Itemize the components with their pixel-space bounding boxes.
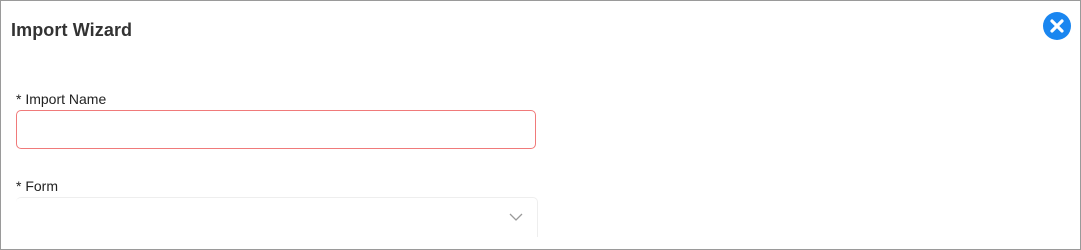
- import-wizard-dialog: Import Wizard * Import Name * Form: [0, 0, 1081, 250]
- form-label: * Form: [16, 178, 58, 194]
- import-name-input[interactable]: [16, 110, 536, 149]
- dialog-title: Import Wizard: [11, 20, 133, 40]
- form-select[interactable]: [16, 197, 538, 237]
- close-button[interactable]: [1043, 12, 1071, 40]
- close-icon: [1050, 19, 1064, 33]
- chevron-down-icon: [509, 213, 523, 221]
- import-name-label: * Import Name: [16, 91, 107, 107]
